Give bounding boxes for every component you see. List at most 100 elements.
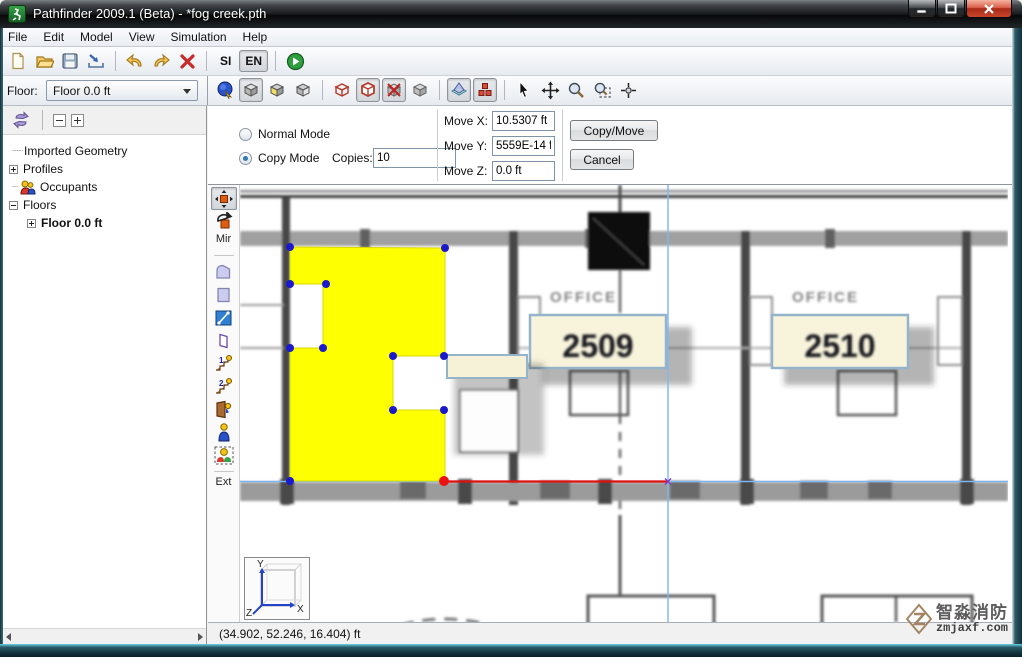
- vertex-handle[interactable]: [286, 243, 294, 251]
- import-button[interactable]: [84, 49, 108, 73]
- watermark-brand: 智淼消防: [936, 604, 1008, 622]
- navigation-panel: ┈┈ Imported Geometry Profiles ┈ Occupant…: [3, 106, 207, 644]
- draw-polygon-room-tool[interactable]: [211, 260, 237, 283]
- vertex-handle[interactable]: [319, 344, 327, 352]
- app-window: Pathfinder 2009.1 (Beta) - *fog creek.pt…: [0, 0, 1022, 657]
- menu-view[interactable]: View: [121, 28, 163, 46]
- rotate-objects-tool[interactable]: [211, 210, 237, 233]
- normal-mode-radio[interactable]: [239, 128, 252, 141]
- tree-item-profiles[interactable]: Profiles: [3, 160, 206, 178]
- menu-file[interactable]: File: [0, 28, 35, 46]
- vertex-handle[interactable]: [322, 280, 330, 288]
- hide-geometry-button[interactable]: [382, 78, 406, 102]
- add-occupant-tool[interactable]: [211, 421, 237, 444]
- run-simulation-button[interactable]: [283, 49, 307, 73]
- cancel-button[interactable]: Cancel: [570, 149, 634, 170]
- save-button[interactable]: [58, 49, 82, 73]
- delete-button[interactable]: [175, 49, 199, 73]
- mirror-tool[interactable]: Mir: [216, 233, 231, 251]
- toolbar-separator: [275, 51, 276, 71]
- menu-edit[interactable]: Edit: [35, 28, 72, 46]
- status-bar: (34.902, 52.246, 16.404) ft: [208, 622, 1012, 644]
- vertex-handle[interactable]: [389, 406, 397, 414]
- expand-icon[interactable]: [27, 219, 36, 228]
- add-exit-door-tool[interactable]: [211, 398, 237, 421]
- collapse-all-button[interactable]: [53, 114, 66, 127]
- divider: [562, 109, 563, 181]
- main-toolbar: SI EN: [0, 47, 1022, 76]
- expand-all-button[interactable]: [71, 114, 84, 127]
- divider: [207, 76, 208, 105]
- maximize-button[interactable]: [937, 0, 965, 18]
- vertex-handle[interactable]: [440, 352, 448, 360]
- vertex-handle[interactable]: [286, 477, 294, 485]
- menu-help[interactable]: Help: [235, 28, 276, 46]
- menu-model[interactable]: Model: [72, 28, 121, 46]
- scroll-right-icon[interactable]: [198, 633, 203, 641]
- draw-rectangle-room-tool[interactable]: [211, 283, 237, 306]
- refresh-tree-button[interactable]: [10, 109, 32, 131]
- wireframe-view-button[interactable]: [330, 78, 354, 102]
- extract-tool[interactable]: Ext: [216, 476, 232, 494]
- solid-view-button[interactable]: [356, 78, 380, 102]
- move-objects-tool[interactable]: [211, 187, 237, 210]
- selected-room-polygon[interactable]: [290, 247, 445, 481]
- scroll-left-icon[interactable]: [6, 633, 11, 641]
- zoom-tool-button[interactable]: [564, 78, 588, 102]
- add-occupant-group-tool[interactable]: [211, 444, 237, 467]
- office-room-text: OFFICE: [792, 289, 859, 306]
- view-top-button[interactable]: [239, 78, 263, 102]
- floor-dropdown[interactable]: Floor 0.0 ft: [46, 80, 198, 101]
- view-front-button[interactable]: [265, 78, 289, 102]
- view-side-button[interactable]: [291, 78, 315, 102]
- si-units-button[interactable]: SI: [214, 50, 237, 72]
- expand-icon[interactable]: [9, 165, 18, 174]
- floor-plan-canvas[interactable]: OFFICE OFFICE 2509 2510: [240, 185, 1012, 622]
- draw-thin-wall-tool[interactable]: [211, 306, 237, 329]
- add-stairs-tool[interactable]: 1: [211, 352, 237, 375]
- add-stairs-two-tool[interactable]: 2: [211, 375, 237, 398]
- menu-simulation[interactable]: Simulation: [163, 28, 235, 46]
- move-z-input[interactable]: [492, 161, 555, 181]
- vertex-handle[interactable]: [286, 280, 294, 288]
- copy-move-panel: Normal Mode Copy Mode Copies: Move X: Mo…: [208, 106, 1012, 185]
- title-bar[interactable]: Pathfinder 2009.1 (Beta) - *fog creek.pt…: [0, 0, 1022, 28]
- tree-item-imported-geometry[interactable]: ┈┈ Imported Geometry: [3, 142, 206, 160]
- tree-item-floor-0[interactable]: Floor 0.0 ft: [3, 214, 206, 232]
- floor-dropdown-value: Floor 0.0 ft: [53, 84, 110, 98]
- move-x-input[interactable]: [492, 111, 555, 131]
- tree-item-floors[interactable]: Floors: [3, 196, 206, 214]
- en-units-button[interactable]: EN: [239, 50, 268, 72]
- show-objects-button[interactable]: [473, 78, 497, 102]
- axis-orientation-widget[interactable]: Y X Z: [244, 557, 310, 620]
- show-geometry-button[interactable]: [408, 78, 432, 102]
- model-tree: ┈┈ Imported Geometry Profiles ┈ Occupant…: [3, 135, 206, 628]
- redo-button[interactable]: [149, 49, 173, 73]
- active-vertex-handle[interactable]: [439, 476, 449, 486]
- new-file-button[interactable]: [6, 49, 30, 73]
- tree-horizontal-scrollbar[interactable]: [3, 628, 206, 644]
- orbit-tool-button[interactable]: [213, 78, 237, 102]
- select-tool-button[interactable]: [512, 78, 536, 102]
- zoom-box-tool-button[interactable]: [590, 78, 614, 102]
- vertex-handle[interactable]: [286, 344, 294, 352]
- toolbar-separator: [115, 51, 116, 71]
- copy-move-button[interactable]: Copy/Move: [570, 120, 658, 141]
- watermark-site: zmjaxf.com: [936, 622, 1008, 635]
- open-file-button[interactable]: [32, 49, 56, 73]
- copy-mode-radio[interactable]: [239, 152, 252, 165]
- close-button[interactable]: [966, 0, 1012, 18]
- undo-button[interactable]: [123, 49, 147, 73]
- tree-item-occupants[interactable]: ┈ Occupants: [3, 178, 206, 196]
- zoom-point-tool-button[interactable]: [616, 78, 640, 102]
- minimize-button[interactable]: [908, 0, 936, 18]
- vertex-handle[interactable]: [389, 352, 397, 360]
- pan-tool-button[interactable]: [538, 78, 562, 102]
- add-door-tool[interactable]: [211, 329, 237, 352]
- vertex-handle[interactable]: [441, 244, 449, 252]
- move-y-input[interactable]: [492, 136, 555, 156]
- collapse-icon[interactable]: [9, 201, 18, 210]
- clip-plane-button[interactable]: [447, 78, 471, 102]
- vertex-handle[interactable]: [440, 406, 448, 414]
- window-frame: [0, 28, 3, 657]
